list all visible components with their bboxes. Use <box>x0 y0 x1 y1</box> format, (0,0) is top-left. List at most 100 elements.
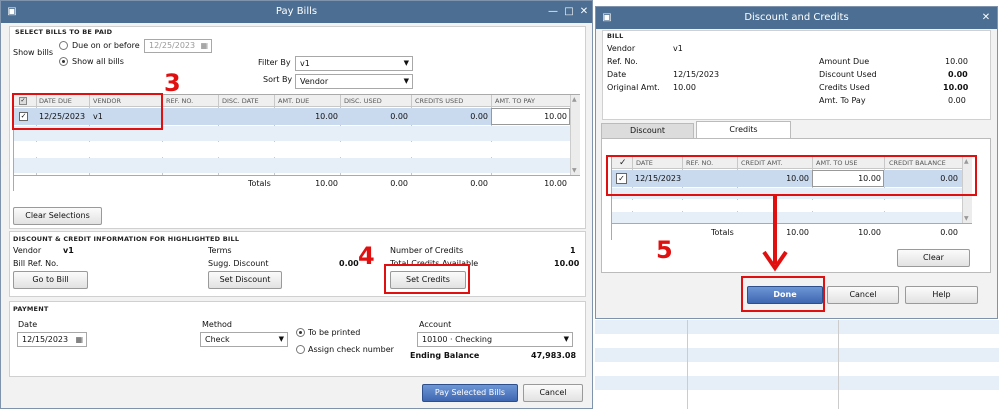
dc-date-label: Date <box>607 70 627 79</box>
account-select[interactable]: 10100 · Checking ▼ <box>417 332 573 347</box>
col-disc-date[interactable]: DISC. DATE <box>222 97 259 105</box>
show-bills-label: Show bills <box>13 48 54 57</box>
annotation-step-5: 5 <box>656 236 673 264</box>
annotation-step-4: 4 <box>358 242 375 270</box>
annotation-box-done <box>741 276 825 312</box>
row-disc-used: 0.00 <box>390 112 408 121</box>
total-disc-used: 0.00 <box>390 179 408 188</box>
system-menu-icon[interactable]: ▣ <box>600 11 614 25</box>
total-amt-to-pay: 10.00 <box>544 179 567 188</box>
payment-date-label: Date <box>18 320 38 329</box>
scroll-down-icon[interactable]: ▼ <box>572 167 577 174</box>
num-credits-label: Number of Credits <box>390 246 464 255</box>
show-all-bills-radio[interactable] <box>59 57 68 66</box>
total-credits-value: 10.00 <box>554 259 580 268</box>
bg-col-sep <box>838 320 839 409</box>
set-discount-button[interactable]: Set Discount <box>208 271 282 289</box>
window-title: Discount and Credits <box>744 12 849 23</box>
calendar-icon[interactable]: ▦ <box>200 40 208 52</box>
scroll-up-icon[interactable]: ▲ <box>572 96 577 103</box>
dc-discount-used-value: 0.00 <box>948 70 968 79</box>
close-icon[interactable]: ✕ <box>979 11 993 25</box>
dc-date-value: 12/15/2023 <box>673 70 720 79</box>
chevron-down-icon: ▼ <box>403 77 409 85</box>
chevron-down-icon: ▼ <box>278 335 284 343</box>
pay-selected-bills-button[interactable]: Pay Selected Bills <box>422 384 518 402</box>
sugg-discount-label: Sugg. Discount <box>208 259 269 268</box>
scroll-down-icon[interactable]: ▼ <box>964 215 969 222</box>
bg-row <box>595 348 999 362</box>
method-label: Method <box>202 320 233 329</box>
section-bill: BILL <box>607 32 624 40</box>
dc-discount-used-label: Discount Used <box>819 70 877 79</box>
annotation-box-set-credits <box>384 264 470 294</box>
col-ref-no[interactable]: REF. NO. <box>166 97 193 105</box>
bg-row <box>595 376 999 390</box>
credits-total-balance: 0.00 <box>940 228 958 237</box>
terms-label: Terms <box>208 246 232 255</box>
credits-totals-label: Totals <box>711 228 734 237</box>
system-menu-icon[interactable]: ▣ <box>5 5 19 19</box>
sort-by-label: Sort By <box>263 75 293 84</box>
vendor-label: Vendor <box>13 246 42 255</box>
annotation-arrow <box>762 194 788 272</box>
row-amt-to-pay[interactable]: 10.00 <box>493 112 567 121</box>
restore-icon[interactable]: □ <box>562 5 576 19</box>
due-on-before-label: Due on or before <box>72 41 140 50</box>
annotation-step-3: 3 <box>164 69 181 97</box>
background-register-grid <box>595 320 999 409</box>
sort-by-select[interactable]: Vendor ▼ <box>295 74 413 89</box>
row-credits-used: 0.00 <box>470 112 488 121</box>
filter-by-select[interactable]: v1 ▼ <box>295 56 413 71</box>
col-amt-to-pay[interactable]: AMT. TO PAY <box>495 97 535 105</box>
row-amt-due: 10.00 <box>315 112 338 121</box>
to-be-printed-radio[interactable] <box>296 328 305 337</box>
due-date-field[interactable]: 12/25/2023 ▦ <box>144 39 212 53</box>
col-amt-due[interactable]: AMT. DUE <box>278 97 309 105</box>
due-on-before-radio[interactable] <box>59 41 68 50</box>
total-amt-due: 10.00 <box>315 179 338 188</box>
filter-by-label: Filter By <box>258 58 291 67</box>
total-credits-used: 0.00 <box>470 179 488 188</box>
clear-button[interactable]: Clear <box>897 249 970 267</box>
bill-ref-label: Bill Ref. No. <box>13 259 59 268</box>
table-row-empty <box>14 158 570 173</box>
pay-bills-title-bar[interactable]: Pay Bills <box>1 1 592 23</box>
help-button[interactable]: Help <box>905 286 978 304</box>
close-icon[interactable]: ✕ <box>577 5 591 19</box>
dc-amount-due-value: 10.00 <box>945 57 968 66</box>
dc-cancel-button[interactable]: Cancel <box>827 286 899 304</box>
chevron-down-icon: ▼ <box>563 335 569 343</box>
annotation-box-credit-row <box>606 155 977 196</box>
credits-total-amt-to-use: 10.00 <box>858 228 881 237</box>
account-label: Account <box>419 320 452 329</box>
dc-ref-label: Ref. No. <box>607 57 638 66</box>
to-be-printed-label: To be printed <box>308 328 361 337</box>
discount-credits-title-bar[interactable]: Discount and Credits <box>596 7 997 29</box>
clear-selections-button[interactable]: Clear Selections <box>13 207 102 225</box>
tab-credits[interactable]: Credits <box>696 121 791 139</box>
go-to-bill-button[interactable]: Go to Bill <box>13 271 88 289</box>
dc-vendor-label: Vendor <box>607 44 636 53</box>
dc-credits-used-value: 10.00 <box>943 83 969 92</box>
dc-amt-to-pay-label: Amt. To Pay <box>819 96 866 105</box>
cancel-button[interactable]: Cancel <box>523 384 583 402</box>
annotation-box-row <box>12 93 163 130</box>
ending-balance-label: Ending Balance <box>410 351 480 360</box>
minimize-icon[interactable]: — <box>546 5 560 19</box>
tab-discount[interactable]: Discount <box>601 123 694 139</box>
totals-label: Totals <box>248 179 271 188</box>
dc-amt-to-pay-value: 0.00 <box>948 96 966 105</box>
col-disc-used[interactable]: DISC. USED <box>344 97 382 105</box>
grid-scrollbar[interactable]: ▲ ▼ <box>570 95 580 175</box>
col-credits-used[interactable]: CREDITS USED <box>415 97 463 105</box>
chevron-down-icon: ▼ <box>403 59 409 67</box>
section-payment: PAYMENT <box>13 305 49 313</box>
payment-date-field[interactable]: 12/15/2023 ▦ <box>17 332 87 347</box>
calendar-icon[interactable]: ▦ <box>75 333 83 346</box>
assign-check-radio[interactable] <box>296 345 305 354</box>
section-select-bills: SELECT BILLS TO BE PAID <box>15 28 113 36</box>
vendor-value: v1 <box>63 246 74 255</box>
dc-vendor-value: v1 <box>673 44 683 53</box>
method-select[interactable]: Check ▼ <box>200 332 288 347</box>
